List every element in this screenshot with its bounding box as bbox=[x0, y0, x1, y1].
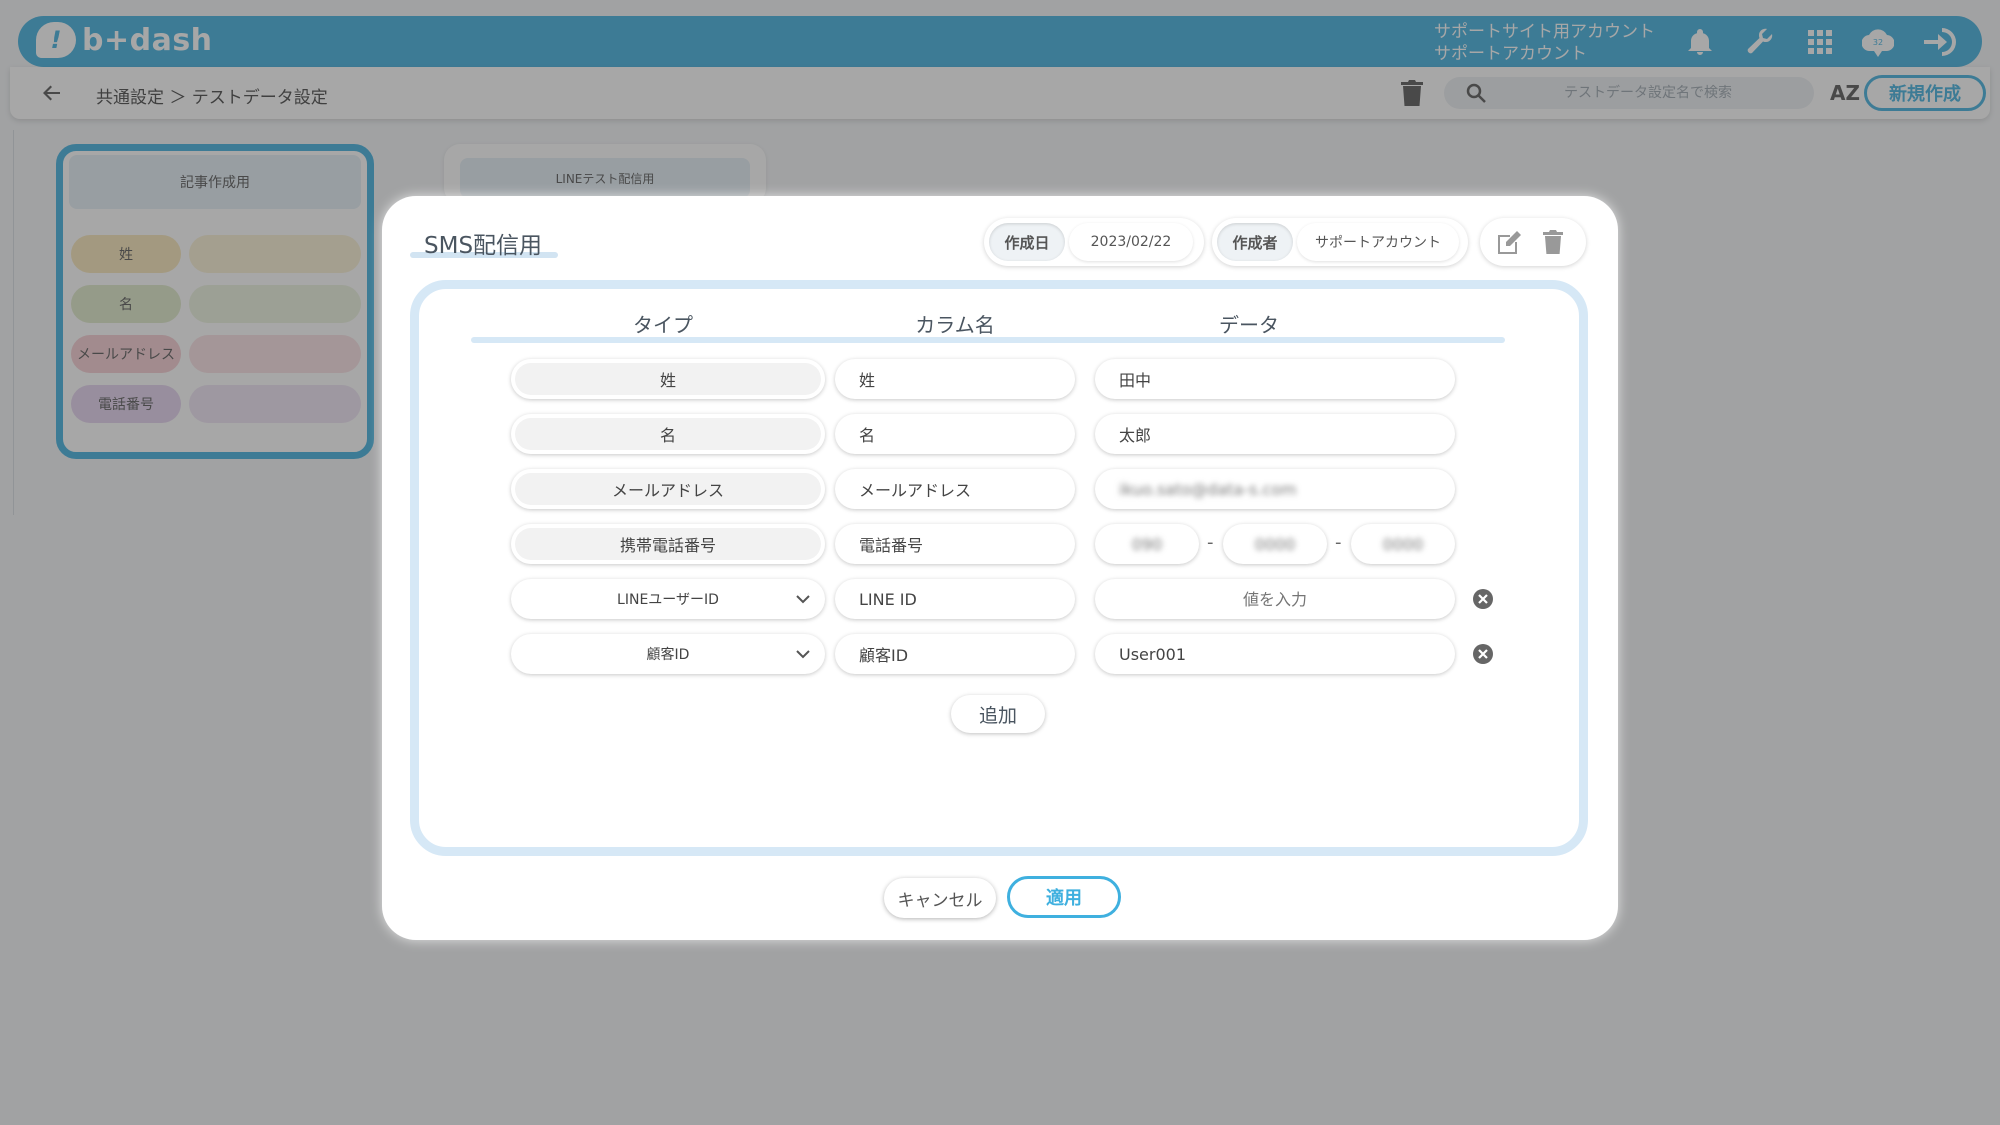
column-header-type: タイプ bbox=[633, 313, 693, 337]
created-date-label: 作成日 bbox=[989, 223, 1065, 261]
test-data-table: タイプ カラム名 データ 姓 姓 田中 名 名 太郎 メールアドレス メールアド… bbox=[410, 280, 1588, 856]
column-header-column-name: カラム名 bbox=[915, 313, 995, 337]
type-select-line-user-id[interactable]: LINEユーザーID bbox=[511, 579, 825, 619]
apply-button[interactable]: 適用 bbox=[1007, 876, 1121, 918]
remove-row-icon[interactable] bbox=[1472, 588, 1494, 610]
phone-part-2-value: 0000 bbox=[1254, 534, 1296, 554]
column-name-field[interactable]: 電話番号 bbox=[835, 524, 1075, 564]
phone-part-1-value: 090 bbox=[1131, 534, 1163, 554]
email-value-blurred: ikuo.sato@data-s.com bbox=[1119, 479, 1297, 499]
type-select-customer-id[interactable]: 顧客ID bbox=[511, 634, 825, 674]
created-date-group: 作成日 2023/02/22 bbox=[984, 218, 1204, 266]
column-name-field[interactable]: LINE ID bbox=[835, 579, 1075, 619]
type-static-mobile-phone: 携帯電話番号 bbox=[511, 524, 825, 564]
type-static-last-name: 姓 bbox=[511, 359, 825, 399]
header-divider bbox=[471, 337, 1505, 343]
test-data-edit-modal: SMS配信用 作成日 2023/02/22 作成者 サポートアカウント タイプ … bbox=[382, 196, 1618, 940]
column-header-data: データ bbox=[1219, 313, 1279, 337]
creator-label: 作成者 bbox=[1217, 223, 1293, 261]
email-data-field[interactable]: ikuo.sato@data-s.com bbox=[1095, 469, 1455, 509]
phone-part-1[interactable]: 090 bbox=[1095, 524, 1199, 564]
column-name-field[interactable]: メールアドレス bbox=[835, 469, 1075, 509]
created-date-value: 2023/02/22 bbox=[1069, 223, 1193, 261]
creator-group: 作成者 サポートアカウント bbox=[1212, 218, 1468, 266]
column-name-field[interactable]: 顧客ID bbox=[835, 634, 1075, 674]
data-field[interactable]: 田中 bbox=[1095, 359, 1455, 399]
remove-row-icon[interactable] bbox=[1472, 643, 1494, 665]
delete-icon[interactable] bbox=[1542, 229, 1566, 255]
column-name-field[interactable]: 名 bbox=[835, 414, 1075, 454]
column-name-field[interactable]: 姓 bbox=[835, 359, 1075, 399]
add-row-button[interactable]: 追加 bbox=[951, 695, 1045, 733]
modal-tools bbox=[1480, 218, 1586, 266]
chevron-down-icon bbox=[796, 650, 810, 659]
data-field[interactable]: 太郎 bbox=[1095, 414, 1455, 454]
phone-separator: - bbox=[1335, 532, 1342, 553]
modal-title: SMS配信用 bbox=[424, 233, 543, 259]
phone-separator: - bbox=[1207, 532, 1214, 553]
type-static-first-name: 名 bbox=[511, 414, 825, 454]
data-input[interactable] bbox=[1095, 579, 1455, 619]
phone-part-3-value: 0000 bbox=[1382, 534, 1424, 554]
creator-value: サポートアカウント bbox=[1297, 223, 1459, 261]
type-select-value: LINEユーザーID bbox=[617, 592, 719, 608]
cancel-button[interactable]: キャンセル bbox=[884, 878, 996, 918]
data-field[interactable]: User001 bbox=[1095, 634, 1455, 674]
edit-icon[interactable] bbox=[1496, 230, 1522, 256]
chevron-down-icon bbox=[796, 595, 810, 604]
phone-part-3[interactable]: 0000 bbox=[1351, 524, 1455, 564]
type-select-value: 顧客ID bbox=[646, 647, 690, 663]
type-static-email: メールアドレス bbox=[511, 469, 825, 509]
phone-part-2[interactable]: 0000 bbox=[1223, 524, 1327, 564]
